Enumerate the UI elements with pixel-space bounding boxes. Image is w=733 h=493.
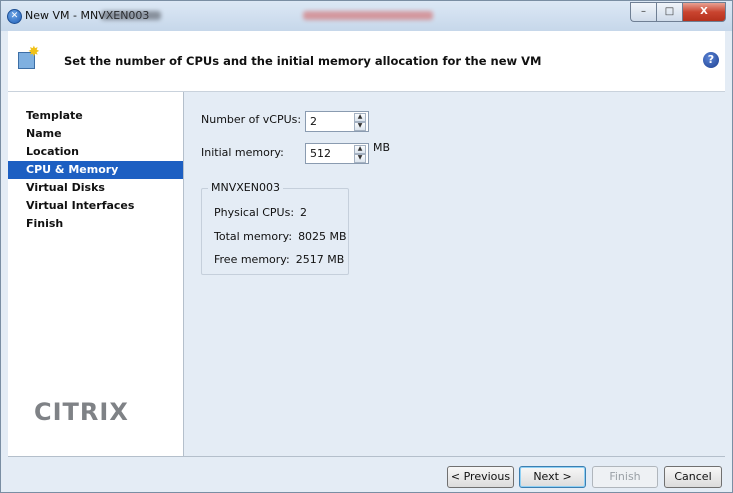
- info-row-physical-cpus: Physical CPUs: 2: [214, 206, 307, 219]
- vcpus-label: Number of vCPUs:: [201, 113, 302, 126]
- wizard-steps-sidebar: Template Name Location CPU & Memory Virt…: [8, 92, 184, 456]
- next-button[interactable]: Next >: [519, 466, 586, 488]
- free-memory-value: 2517 MB: [295, 253, 345, 266]
- step-name[interactable]: Name: [8, 125, 183, 143]
- citrix-logo: CITRIX: [34, 398, 129, 426]
- total-memory-label: Total memory:: [214, 230, 293, 243]
- previous-button[interactable]: < Previous: [447, 466, 514, 488]
- new-vm-icon: ✸: [18, 44, 40, 69]
- vcpus-value: 2: [310, 115, 317, 128]
- title-status-redaction: [303, 11, 433, 20]
- memory-down-arrow-icon[interactable]: ▼: [354, 154, 366, 163]
- memory-up-arrow-icon[interactable]: ▲: [354, 145, 366, 154]
- vcpus-down-arrow-icon[interactable]: ▼: [354, 122, 366, 131]
- memory-spin-buttons: ▲ ▼: [354, 145, 366, 163]
- wizard-window: ✕ New VM - MNVXEN003 – □ X ✸ Set the num…: [0, 0, 733, 493]
- step-cpu-memory[interactable]: CPU & Memory: [8, 161, 183, 179]
- button-bar: < Previous Next > Finish Cancel: [8, 456, 725, 491]
- cancel-button[interactable]: Cancel: [664, 466, 722, 488]
- title-bar[interactable]: ✕ New VM - MNVXEN003 – □ X: [1, 1, 732, 31]
- page-title: Set the number of CPUs and the initial m…: [64, 54, 542, 68]
- finish-button[interactable]: Finish: [592, 466, 658, 488]
- minimize-button[interactable]: –: [630, 2, 656, 22]
- step-template[interactable]: Template: [8, 107, 183, 125]
- steps-list: Template Name Location CPU & Memory Virt…: [8, 107, 183, 233]
- memory-stepper[interactable]: 512 ▲ ▼: [305, 143, 369, 164]
- vcpus-spin-buttons: ▲ ▼: [354, 113, 366, 131]
- maximize-button[interactable]: □: [656, 2, 682, 22]
- memory-unit: MB: [373, 141, 391, 154]
- info-row-free-memory: Free memory: 2517 MB: [214, 253, 344, 266]
- step-finish[interactable]: Finish: [8, 215, 183, 233]
- total-memory-value: 8025 MB: [298, 230, 347, 243]
- title-redaction: [101, 11, 161, 20]
- wizard-header: ✸ Set the number of CPUs and the initial…: [8, 31, 725, 92]
- memory-label: Initial memory:: [201, 146, 284, 159]
- host-name: MNVXEN003: [208, 181, 283, 194]
- memory-value: 512: [310, 147, 331, 160]
- help-icon[interactable]: ?: [703, 52, 719, 68]
- close-button[interactable]: X: [682, 2, 726, 22]
- info-row-total-memory: Total memory: 8025 MB: [214, 230, 347, 243]
- sparkle-icon: ✸: [28, 44, 40, 60]
- step-virtual-interfaces[interactable]: Virtual Interfaces: [8, 197, 183, 215]
- free-memory-label: Free memory:: [214, 253, 290, 266]
- host-info-group: MNVXEN003 Physical CPUs: 2 Total memory: 8…: [201, 181, 349, 275]
- step-virtual-disks[interactable]: Virtual Disks: [8, 179, 183, 197]
- cpu-memory-panel: Number of vCPUs: 2 ▲ ▼ Initial memory: 5…: [184, 92, 725, 456]
- physical-cpus-label: Physical CPUs:: [214, 206, 295, 219]
- step-location[interactable]: Location: [8, 143, 183, 161]
- window-controls: – □ X: [630, 2, 726, 22]
- physical-cpus-value: 2: [300, 206, 308, 219]
- vcpus-stepper[interactable]: 2 ▲ ▼: [305, 111, 369, 132]
- vcpus-up-arrow-icon[interactable]: ▲: [354, 113, 366, 122]
- app-icon: ✕: [7, 9, 22, 24]
